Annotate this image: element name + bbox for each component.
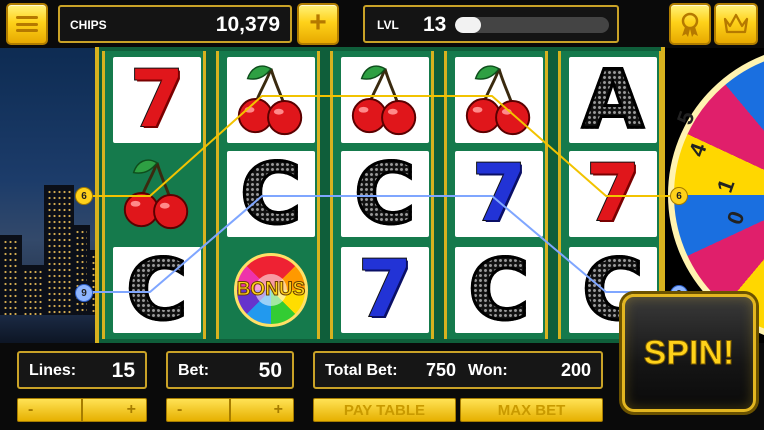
spin-button[interactable]: SPIN!: [622, 294, 756, 412]
totals-display: Total Bet: 750 Won: 200: [313, 351, 603, 389]
level-label: LVL: [377, 18, 399, 32]
bet-stepper: - +: [166, 398, 294, 422]
lines-stepper: - +: [17, 398, 147, 422]
chips-display: CHIPS 10,379: [58, 5, 292, 43]
reel-symbol-cherries: [227, 57, 315, 143]
level-value: 13: [423, 13, 447, 36]
bet-display: Bet: 50: [166, 351, 294, 389]
reel-symbol-c-black: C: [341, 151, 429, 237]
plus-icon: +: [309, 6, 327, 39]
buy-chips-button[interactable]: +: [297, 3, 339, 45]
reel-symbol-seven-red: 7: [113, 57, 201, 143]
payline-6-marker: 6: [75, 187, 93, 205]
reel-symbol-cherries: [113, 151, 201, 237]
cherries-icon: [237, 65, 303, 136]
achievements-button[interactable]: [669, 3, 711, 45]
chips-label: CHIPS: [70, 18, 107, 32]
reel-symbol-seven-red: 7: [569, 151, 657, 237]
won-label: Won:: [468, 362, 508, 379]
bet-value: 50: [258, 359, 282, 382]
max-bet-button[interactable]: MAX BET: [460, 398, 603, 422]
reel-4: 7 C: [444, 51, 548, 339]
cherries-icon: [351, 65, 417, 136]
city-skyline-background: [0, 45, 110, 345]
cherries-icon: [123, 159, 189, 230]
cherries-icon: [465, 65, 531, 136]
won-value: 200: [560, 360, 591, 380]
lines-display: Lines: 15: [17, 351, 147, 389]
vip-button[interactable]: [714, 3, 758, 45]
reel-symbol-cherries: [455, 57, 543, 143]
payline-9-marker: 9: [75, 284, 93, 302]
bonus-label: BONUS: [236, 279, 306, 301]
lines-decrease-button[interactable]: -: [17, 398, 82, 422]
level-display: LVL 13: [363, 5, 619, 43]
menu-icon: [16, 16, 38, 32]
pay-table-button[interactable]: PAY TABLE: [313, 398, 456, 422]
reel-symbol-c-black: C: [227, 151, 315, 237]
bet-label: Bet:: [178, 362, 210, 379]
spin-label: SPIN!: [643, 333, 735, 372]
reel-2: C BONUS: [216, 51, 320, 339]
bonus-wheel-icon: BONUS: [234, 253, 308, 327]
total-bet-label: Total Bet:: [325, 362, 398, 379]
lines-value: 15: [111, 359, 135, 382]
reel-symbol-seven-blue: 7: [455, 151, 543, 237]
lines-increase-button[interactable]: +: [82, 398, 147, 422]
slot-reels: 7 C C BONUS C 7 7 C A 7 C: [95, 47, 665, 343]
reel-symbol-c-black: C: [113, 247, 201, 333]
top-bar: CHIPS 10,379 + LVL 13: [0, 0, 764, 48]
reel-3: C 7: [330, 51, 434, 339]
menu-button[interactable]: [6, 3, 48, 45]
chips-value: 10,379: [215, 13, 280, 36]
reel-symbol-bonus: BONUS: [227, 247, 315, 333]
reel-symbol-seven-blue: 7: [341, 247, 429, 333]
lines-label: Lines:: [29, 362, 77, 379]
xp-progress-fill: [455, 17, 482, 33]
reel-symbol-a-black: A: [569, 57, 657, 143]
total-bet-value: 750: [426, 360, 457, 380]
reel-symbol-c-black: C: [455, 247, 543, 333]
reel-1: 7 C: [102, 51, 206, 339]
trophy-icon: [681, 12, 699, 37]
crown-icon: [723, 13, 749, 34]
reel-symbol-cherries: [341, 57, 429, 143]
xp-progress-bar: [455, 17, 609, 33]
bet-increase-button[interactable]: +: [230, 398, 294, 422]
payline-6-marker: 6: [670, 187, 688, 205]
bet-decrease-button[interactable]: -: [166, 398, 230, 422]
